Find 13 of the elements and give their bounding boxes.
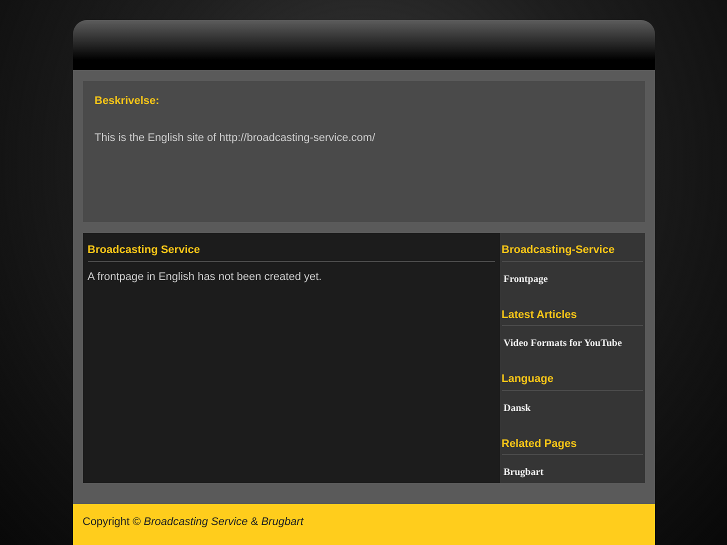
- sidebar-link[interactable]: Frontpage: [504, 272, 548, 286]
- sidebar-heading: Broadcasting-Service: [502, 242, 642, 262]
- description-text: This is the English site of http://broadcasting-service.com/: [94, 130, 376, 146]
- copyright-text: Copyright © Broadcasting Service & Brugbart: [82, 516, 304, 528]
- main-heading: Broadcasting Service: [88, 242, 494, 262]
- sidebar-heading: Related Pages: [502, 436, 642, 455]
- sidebar-link[interactable]: Video Formats for YouTube: [504, 336, 622, 351]
- sidebar-heading: Latest Articles: [502, 306, 642, 326]
- sidebar-heading: Language: [502, 371, 642, 390]
- description-heading: Beskrivelse:: [94, 94, 160, 109]
- sidebar-link[interactable]: Dansk: [504, 400, 531, 416]
- sidebar-link[interactable]: Brugbart: [504, 465, 544, 480]
- main-text: A frontpage in English has not been created yet.: [88, 270, 323, 284]
